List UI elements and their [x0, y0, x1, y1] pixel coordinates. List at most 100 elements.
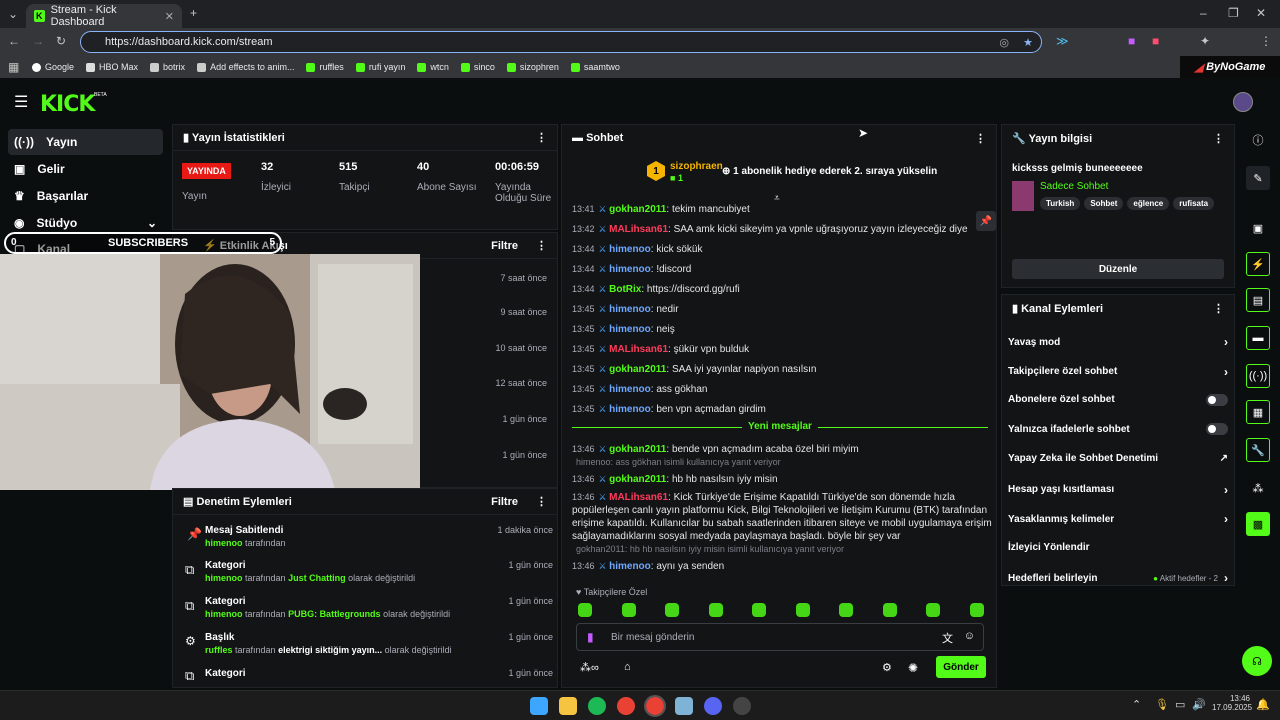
category-name[interactable]: Sadece Sohbet [1040, 181, 1108, 192]
bookmark-item[interactable]: ruffles [306, 62, 344, 72]
app-icon[interactable] [733, 697, 751, 715]
chat-username[interactable]: gokhan2011 [609, 364, 666, 375]
channel-action-item[interactable]: Hesap yaşı kısıtlaması › [1008, 483, 1228, 497]
extensions-puzzle-icon[interactable]: ✦ [1200, 34, 1210, 48]
translate-icon[interactable]: 文 [942, 630, 953, 646]
chat-bubble-icon[interactable]: ▬ [1246, 326, 1270, 350]
emote-icon[interactable] [795, 603, 810, 617]
toggle-switch[interactable] [1206, 393, 1228, 406]
maximize-icon[interactable]: ❐ [1228, 6, 1239, 20]
bookmark-item[interactable]: sizophren [506, 62, 559, 72]
filter-button[interactable]: Filtre [491, 496, 518, 508]
channel-action-item[interactable]: Yapay Zeka ile Sohbet Denetimi ↗ [1008, 453, 1228, 464]
forward-icon[interactable]: → [32, 34, 44, 48]
chat-message[interactable]: 13:46 ⚔ MALihsan61: Kick Türkiye'de Erişi… [572, 491, 992, 543]
app-icon[interactable]: ▩ [1246, 512, 1270, 536]
document-icon[interactable]: ▤ [1246, 288, 1270, 312]
chat-message[interactable]: 13:45 ⚔ himenoo: ben vpn açmadan girdim [572, 403, 992, 416]
channel-action-item[interactable]: Takipçilere özel sohbet › [1008, 365, 1228, 379]
eye-off-icon[interactable]: ◎ [999, 36, 1009, 49]
file-explorer-icon[interactable] [559, 697, 577, 715]
kick-logo[interactable]: KICK [40, 92, 95, 117]
bookmark-item[interactable]: Add effects to anim... [197, 62, 294, 72]
emote-icon[interactable] [621, 603, 636, 617]
chrome-icon[interactable] [644, 695, 666, 717]
more-icon[interactable]: ⋮ [975, 132, 986, 145]
chat-username[interactable]: MALihsan61 [609, 492, 668, 503]
channel-points-icon[interactable]: ⁂∞ [580, 661, 599, 674]
minimize-icon[interactable]: – [1200, 6, 1207, 20]
tray-chevron-icon[interactable]: ⌃ [1132, 698, 1141, 711]
emote-icon[interactable] [752, 603, 766, 617]
tab-search-icon[interactable]: ⌄ [8, 7, 18, 21]
sidebar-item-basarilar[interactable]: ♛ Başarılar [8, 183, 163, 209]
chat-message[interactable]: 13:45 ⚔ MALihsan61: şükür vpn bulduk [572, 343, 992, 356]
chat-username[interactable]: MALihsan61 [609, 344, 668, 355]
mic-icon[interactable]: ▮ [587, 630, 594, 644]
chat-username[interactable]: BotRix [609, 284, 641, 295]
store-icon[interactable]: ⌂ [624, 661, 631, 673]
bookmark-item[interactable]: wtcn [417, 62, 449, 72]
send-button[interactable]: Gönder [936, 656, 986, 678]
chat-message[interactable]: 13:44 ⚔ himenoo: kick sökük [572, 243, 992, 256]
emoji-icon[interactable]: ☺ [964, 630, 975, 642]
more-icon[interactable]: ⋮ [536, 131, 547, 144]
emote-icon[interactable] [708, 603, 723, 617]
bookmark-item[interactable]: botrix [150, 62, 185, 72]
bookmark-item[interactable]: rufi yayın [355, 62, 405, 72]
browser-menu-icon[interactable]: ⋮ [1260, 34, 1272, 48]
windows-start-icon[interactable] [530, 697, 548, 715]
window-close-icon[interactable]: ✕ [1256, 6, 1266, 20]
emote-icon[interactable] [926, 603, 940, 617]
extension-icon[interactable]: ■ [1152, 34, 1159, 48]
bookmark-item[interactable]: HBO Max [86, 62, 138, 72]
sidebar-item-yayin[interactable]: ((·)) Yayın [8, 129, 163, 155]
back-icon[interactable]: ← [8, 34, 20, 48]
tag[interactable]: Sohbet [1084, 197, 1124, 210]
hamburger-menu-icon[interactable]: ☰ [14, 92, 28, 112]
support-headset-icon[interactable]: ☊ [1242, 646, 1272, 676]
channel-action-item[interactable]: İzleyici Yönlendir [1008, 542, 1228, 553]
chat-username[interactable]: himenoo [609, 384, 651, 395]
chrome-icon[interactable] [617, 697, 635, 715]
mod-shield-icon[interactable]: ✺ [908, 661, 918, 675]
channel-action-item[interactable]: Abonelere özel sohbet [1008, 393, 1228, 406]
clock[interactable]: 13:46 17.09.2025 [1212, 694, 1252, 712]
notifications-icon[interactable]: 🔔 [1256, 698, 1270, 711]
emote-icon[interactable] [665, 603, 679, 617]
chat-username[interactable]: gokhan2011 [609, 474, 666, 485]
avatar[interactable] [1233, 92, 1253, 112]
channel-points-icon[interactable]: ⁂ [1246, 476, 1270, 500]
chat-message[interactable]: 13:45 ⚔ himenoo: neiş [572, 323, 992, 336]
more-icon[interactable]: ⋮ [1213, 302, 1224, 315]
extension-icon[interactable]: ≫ [1056, 34, 1069, 48]
chat-message[interactable]: 13:46 ⚔ gokhan2011: hb hb nasılsın iyiy m… [572, 473, 992, 486]
chat-username[interactable]: himenoo [609, 404, 651, 415]
more-icon[interactable]: ⋮ [536, 496, 547, 508]
chat-input[interactable]: ▮ Bir mesaj gönderin 文 ☺ [576, 623, 984, 651]
emote-icon[interactable] [839, 603, 853, 617]
info-icon[interactable]: ⓘ [1246, 128, 1270, 152]
filter-button[interactable]: Filtre [491, 240, 518, 252]
edit-button[interactable]: Düzenle [1012, 259, 1224, 279]
broadcast-icon[interactable]: ((·)) [1246, 364, 1270, 388]
app-icon[interactable] [675, 697, 693, 715]
apps-grid-icon[interactable]: ▦ [8, 60, 19, 74]
volume-icon[interactable]: 🔊 [1192, 698, 1206, 711]
new-tab-icon[interactable]: + [190, 6, 197, 20]
bookmark-item[interactable]: Google [32, 62, 74, 72]
chat-username[interactable]: gokhan2011 [609, 444, 666, 455]
chat-username[interactable]: himenoo [609, 561, 651, 572]
bookmark-star-icon[interactable]: ★ [1023, 36, 1033, 49]
tag[interactable]: rufisata [1173, 197, 1215, 210]
address-bar[interactable]: https://dashboard.kick.com/stream ◎ ★ [80, 31, 1042, 53]
tag[interactable]: Turkish [1040, 197, 1081, 210]
more-icon[interactable]: ⋮ [1213, 132, 1224, 145]
chat-username[interactable]: himenoo [609, 264, 651, 275]
chat-username[interactable]: himenoo [609, 244, 651, 255]
gift-cta[interactable]: ⊕ 1 abonelik hediye ederek 2. sıraya yük… [722, 166, 937, 177]
chat-message[interactable]: 13:42 ⚔ MALihsan61: SAA amk kicki sikeyim… [572, 223, 992, 236]
channel-action-item[interactable]: Hedefleri belirleyin ● Aktif hedefler - 2… [1008, 571, 1228, 585]
emote-icon[interactable] [882, 603, 897, 617]
reload-icon[interactable]: ↻ [56, 34, 66, 48]
